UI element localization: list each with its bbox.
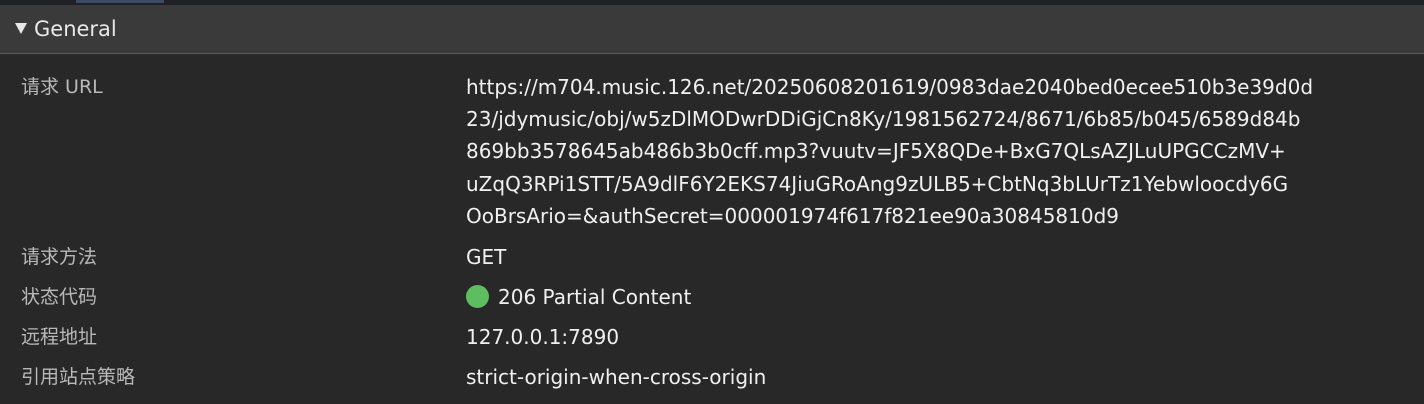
remote-address-value[interactable]: 127.0.0.1:7890 <box>466 324 1424 350</box>
status-code-value-wrap[interactable]: 206 Partial Content <box>466 284 1424 310</box>
network-headers-panel: General 请求 URL https://m704.music.126.ne… <box>0 0 1424 404</box>
referrer-policy-value[interactable]: strict-origin-when-cross-origin <box>466 364 1424 390</box>
request-url-line: 869bb3578645ab486b3b0cff.mp3?vuutv=JF5X8… <box>466 139 1286 164</box>
request-method-label: 请求方法 <box>21 246 98 268</box>
triangle-down-icon[interactable] <box>15 23 27 34</box>
request-url-line: 23/jdymusic/obj/w5zDlMODwrDDiGjCn8Ky/198… <box>466 107 1301 132</box>
request-method-value[interactable]: GET <box>466 244 1424 270</box>
active-tab-indicator <box>76 0 164 3</box>
request-url-label: 请求 URL <box>21 76 103 98</box>
row-request-method: 请求方法 GET <box>0 244 1424 270</box>
request-url-line: OoBrsArio=&authSecret=000001974f617f821e… <box>466 203 1120 228</box>
general-rows: 请求 URL https://m704.music.126.net/202506… <box>0 55 1424 404</box>
request-url-value[interactable]: https://m704.music.126.net/2025060820161… <box>466 74 1424 235</box>
row-remote-address: 远程地址 127.0.0.1:7890 <box>0 324 1424 350</box>
row-request-url: 请求 URL https://m704.music.126.net/202506… <box>0 74 1424 234</box>
row-referrer-policy: 引用站点策略 strict-origin-when-cross-origin <box>0 364 1424 390</box>
status-code-label: 状态代码 <box>21 286 98 308</box>
general-section-header[interactable]: General <box>0 5 1424 54</box>
request-url-line: https://m704.music.126.net/2025060820161… <box>466 75 1314 99</box>
general-section-title: General <box>34 17 117 41</box>
status-success-dot-icon <box>466 285 489 308</box>
referrer-policy-label: 引用站点策略 <box>21 366 136 388</box>
request-url-line: uZqQ3RPi1STT/5A9dlF6Y2EKS74JiuGRoAng9zUL… <box>466 171 1289 196</box>
remote-address-label: 远程地址 <box>21 326 98 348</box>
row-status-code: 状态代码 206 Partial Content <box>0 284 1424 310</box>
status-code-value: 206 Partial Content <box>498 285 692 309</box>
